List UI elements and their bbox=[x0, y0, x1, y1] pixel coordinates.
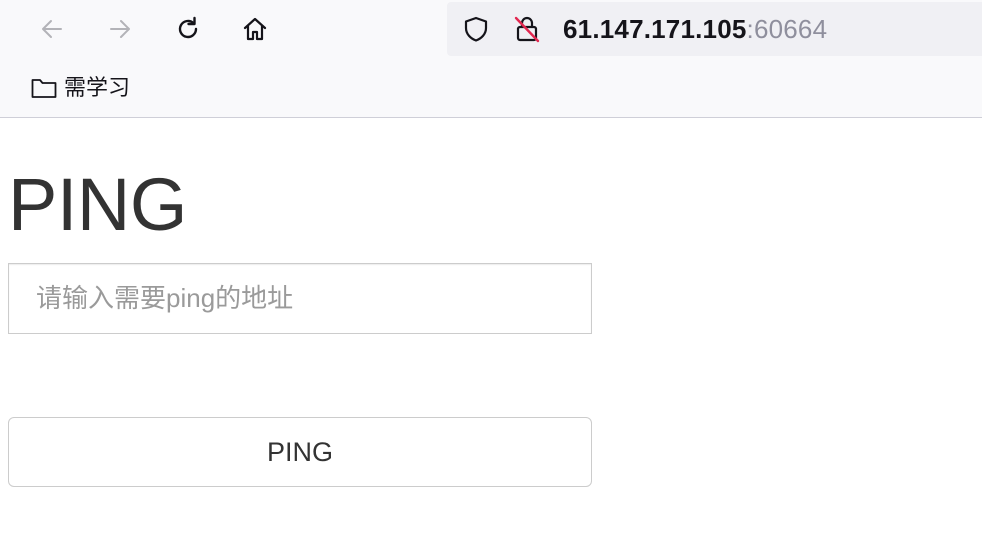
reload-icon bbox=[178, 16, 198, 39]
home-icon bbox=[243, 17, 267, 41]
bookmark-folder[interactable]: 需学习 bbox=[30, 72, 130, 104]
browser-toolbar: 61.147.171.105:60664 bbox=[0, 0, 982, 58]
reload-button[interactable] bbox=[168, 9, 208, 49]
page-title: PING bbox=[8, 163, 187, 246]
page-content: PING PING bbox=[0, 118, 988, 550]
ping-button[interactable]: PING bbox=[8, 417, 592, 487]
folder-icon bbox=[31, 79, 57, 98]
back-button[interactable] bbox=[32, 9, 72, 49]
bookmark-label: 需学习 bbox=[64, 75, 131, 100]
url-bar[interactable]: 61.147.171.105:60664 bbox=[447, 2, 982, 56]
forward-button[interactable] bbox=[100, 9, 140, 49]
arrow-right-icon bbox=[110, 20, 130, 38]
arrow-left-icon bbox=[42, 20, 62, 38]
url-port: :60664 bbox=[746, 14, 828, 44]
home-button[interactable] bbox=[235, 9, 275, 49]
bookmarks-toolbar: 需学习 bbox=[0, 58, 982, 118]
shield-icon bbox=[464, 16, 488, 42]
tracking-protection-button[interactable] bbox=[461, 14, 491, 44]
address-input[interactable] bbox=[8, 263, 592, 334]
connection-security-button[interactable] bbox=[512, 14, 542, 44]
url-text[interactable]: 61.147.171.105:60664 bbox=[563, 14, 827, 44]
url-host: 61.147.171.105 bbox=[563, 14, 747, 44]
insecure-lock-icon bbox=[514, 16, 540, 43]
